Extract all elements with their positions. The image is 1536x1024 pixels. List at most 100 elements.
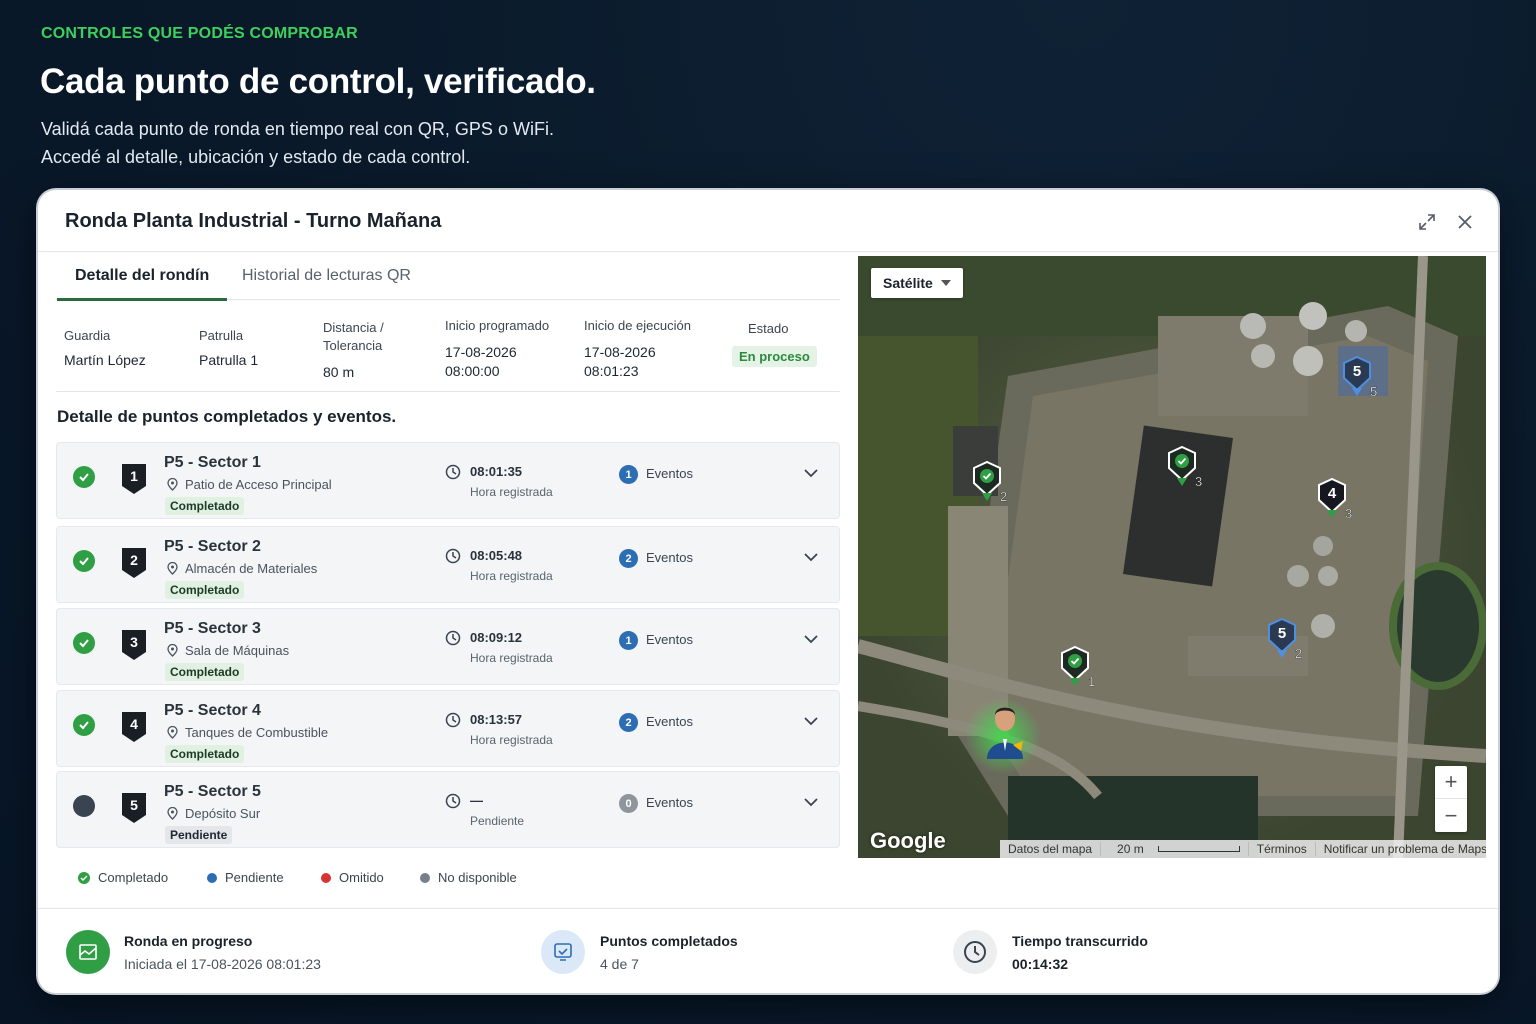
clock-icon <box>953 930 997 974</box>
zoom-out-button[interactable]: − <box>1435 799 1467 832</box>
tab-bar: Detalle del rondín Historial de lecturas… <box>56 252 840 301</box>
elapsed-title: Tiempo transcurrido <box>1012 933 1148 949</box>
hero-title: Cada punto de control, verificado. <box>40 62 596 101</box>
point-number: 2 <box>130 552 138 568</box>
tab-round-detail[interactable]: Detalle del rondín <box>56 267 228 301</box>
legend-unavailable: No disponible <box>420 870 517 885</box>
location-label: Sala de Máquinas <box>185 643 290 658</box>
check-circle-icon <box>73 714 95 736</box>
status-badge: En proceso <box>732 346 817 367</box>
zoom-controls: + − <box>1435 766 1467 832</box>
points-subtitle: 4 de 7 <box>600 956 639 972</box>
events-label: Eventos <box>646 632 693 647</box>
marker-sublabel: 2 <box>1000 489 1007 504</box>
point-number: 3 <box>130 634 138 650</box>
chevron-down-icon[interactable] <box>803 716 819 726</box>
map-marker[interactable]: 1 <box>1061 645 1101 694</box>
point-location: Tanques de Combustible <box>167 725 328 740</box>
point-number: 1 <box>130 468 138 484</box>
point-number-marker: 1 <box>122 464 146 494</box>
caret-down-icon <box>940 280 951 286</box>
point-time-label: Hora registrada <box>470 651 553 665</box>
clock-icon <box>445 712 461 728</box>
point-row[interactable]: 4 P5 - Sector 4 Tanques de Combustible C… <box>56 690 840 767</box>
events-count-badge: 1 <box>619 465 638 484</box>
map-scale-label: 20 m <box>1117 842 1144 856</box>
guard-label: Guardia <box>64 328 111 343</box>
map-data-link[interactable]: Datos del mapa <box>1000 842 1100 856</box>
chevron-down-icon[interactable] <box>803 797 819 807</box>
points-title: Puntos completados <box>600 933 738 949</box>
location-label: Depósito Sur <box>185 806 261 821</box>
marker-sublabel: 1 <box>1088 674 1095 689</box>
elapsed-value: 00:14:32 <box>1012 956 1069 972</box>
point-number-marker: 4 <box>122 712 146 742</box>
location-pin-icon <box>167 562 178 575</box>
point-status-badge: Completado <box>165 663 245 681</box>
progress-subtitle: Iniciada el 17-08-2026 08:01:23 <box>124 956 321 972</box>
chevron-down-icon[interactable] <box>803 468 819 478</box>
location-pin-icon <box>167 478 178 491</box>
point-row[interactable]: 3 P5 - Sector 3 Sala de Máquinas Complet… <box>56 608 840 685</box>
point-time-label: Hora registrada <box>470 733 553 747</box>
point-row[interactable]: 5 P5 - Sector 5 Depósito Sur Pendiente —… <box>56 771 840 848</box>
point-time: 08:09:12 <box>470 630 523 645</box>
legend-label: Completado <box>98 870 169 885</box>
point-status-badge: Completado <box>165 745 245 763</box>
map-type-dropdown[interactable]: Satélite <box>871 268 963 298</box>
round-info: Guardia Martín López Patrulla Patrulla 1… <box>56 300 840 392</box>
scheduled-time: 08:00:00 <box>445 363 500 379</box>
point-row[interactable]: 1 P5 - Sector 1 Patio de Acceso Principa… <box>56 442 840 519</box>
point-time: 08:13:57 <box>470 712 523 727</box>
map-marker[interactable]: 2 <box>973 460 1013 509</box>
point-title: P5 - Sector 2 <box>164 538 261 555</box>
point-location: Almacén de Materiales <box>167 561 317 576</box>
map-attribution: Datos del mapa 20 m Términos Notificar u… <box>1000 840 1486 858</box>
exec-time: 08:01:23 <box>584 363 639 379</box>
point-number-marker: 5 <box>122 793 146 823</box>
point-row[interactable]: 2 P5 - Sector 2 Almacén de Materiales Co… <box>56 526 840 603</box>
clock-icon <box>445 464 461 480</box>
chevron-down-icon[interactable] <box>803 552 819 562</box>
point-time: 08:01:35 <box>470 464 523 479</box>
location-pin-icon <box>167 807 178 820</box>
point-number-marker: 3 <box>122 630 146 660</box>
map-marker[interactable]: 3 <box>1168 445 1208 494</box>
blue-dot-icon <box>207 872 217 883</box>
point-status-badge: Pendiente <box>165 826 233 844</box>
google-logo: Google <box>870 828 946 853</box>
legend-pending: Pendiente <box>207 870 284 885</box>
section-title: Detalle de puntos completados y eventos. <box>57 407 397 426</box>
events-count-badge: 2 <box>619 549 638 568</box>
map-terms-link[interactable]: Términos <box>1247 842 1315 856</box>
map-marker[interactable]: 5 5 <box>1343 355 1383 404</box>
map-report-link[interactable]: Notificar un problema de Maps <box>1314 842 1486 856</box>
map-scale: 20 m <box>1100 842 1248 856</box>
point-status-badge: Completado <box>165 497 245 515</box>
exec-date: 17-08-2026 <box>584 344 656 360</box>
guard-avatar[interactable] <box>983 701 1023 761</box>
marker-label: 4 <box>1328 485 1337 502</box>
point-time: 08:05:48 <box>470 548 523 563</box>
clock-icon <box>445 630 461 646</box>
map-marker[interactable]: 5 2 <box>1268 617 1308 666</box>
events-label: Eventos <box>646 714 693 729</box>
satellite-imagery <box>858 256 1486 858</box>
events-count-badge: 1 <box>619 631 638 650</box>
status-label: Estado <box>748 321 789 336</box>
check-circle-icon <box>73 466 95 488</box>
distance-value: 80 m <box>323 364 355 380</box>
location-pin-icon <box>167 644 178 657</box>
location-label: Almacén de Materiales <box>185 561 318 576</box>
zoom-in-button[interactable]: + <box>1435 766 1467 799</box>
map-marker[interactable]: 4 3 <box>1318 477 1358 526</box>
point-status-badge: Completado <box>165 581 245 599</box>
expand-icon[interactable] <box>1415 210 1439 234</box>
tab-qr-history[interactable]: Historial de lecturas QR <box>242 267 411 285</box>
point-title: P5 - Sector 5 <box>164 783 261 800</box>
map-scale-bar <box>1157 846 1240 852</box>
chevron-down-icon[interactable] <box>803 634 819 644</box>
satellite-map[interactable]: 5 5 2 3 4 3 5 2 1 Satélite + − Google Da… <box>858 256 1486 858</box>
close-icon[interactable] <box>1453 210 1477 234</box>
legend-completed: Completado <box>78 870 168 885</box>
